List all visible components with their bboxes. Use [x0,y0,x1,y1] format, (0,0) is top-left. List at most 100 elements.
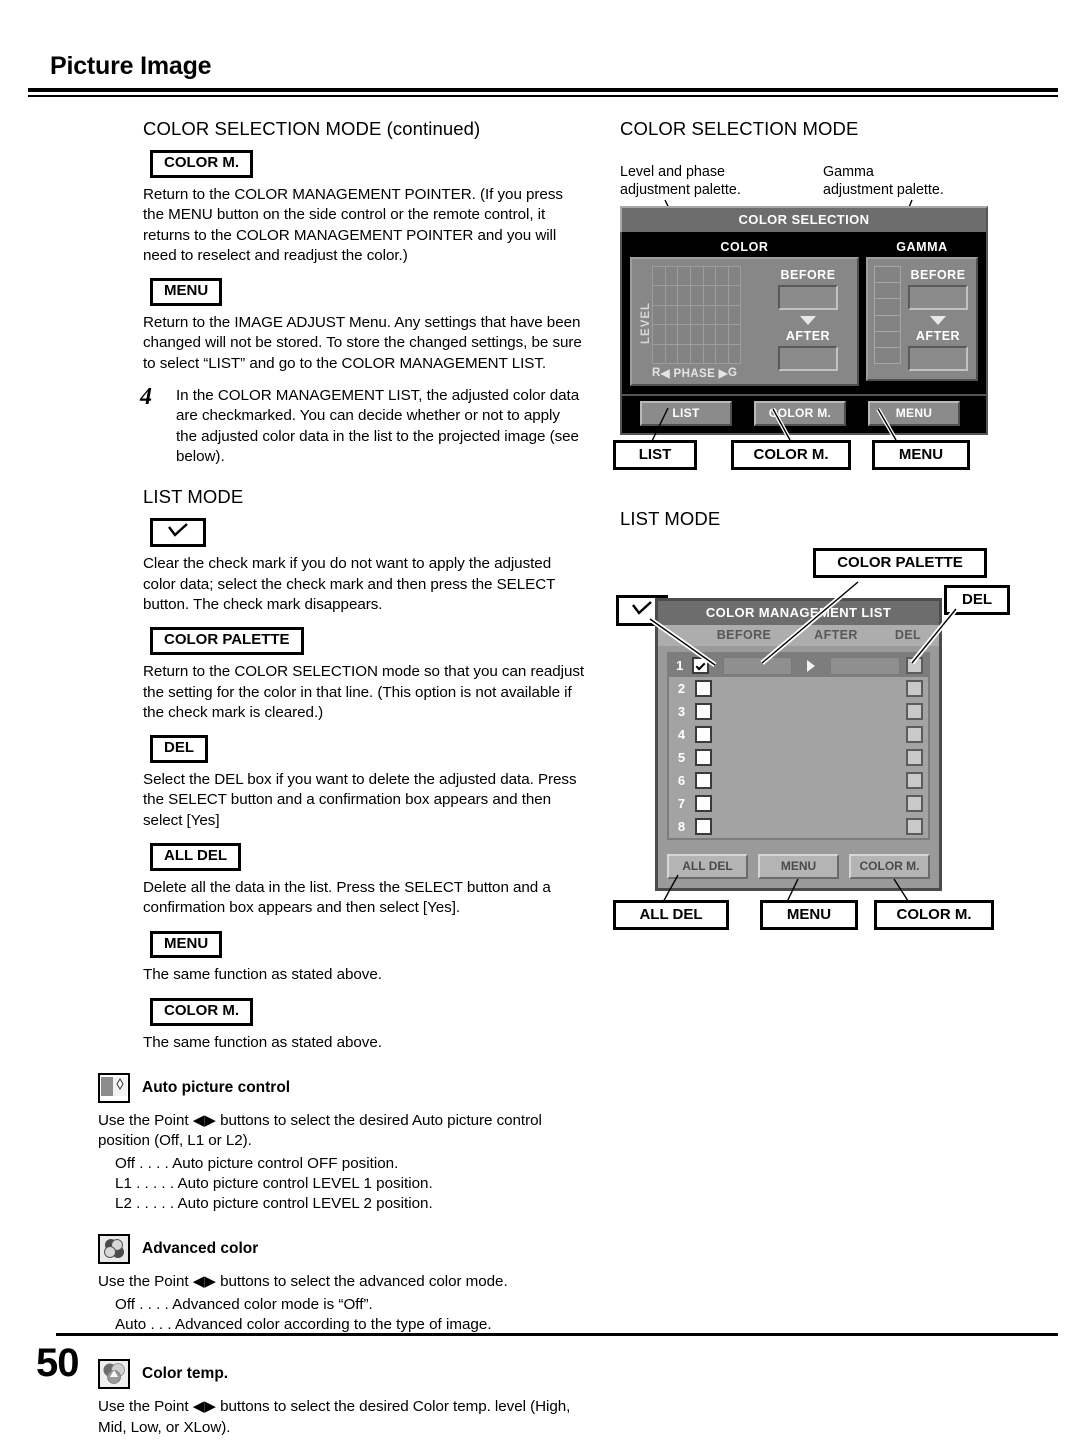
grid-cell[interactable] [728,286,741,305]
grid-cell[interactable] [653,325,665,344]
advanced-color-icon [98,1234,130,1265]
row-checkbox[interactable] [695,795,712,812]
row-del-checkbox[interactable] [906,703,923,720]
grid-cell[interactable] [728,267,741,286]
check-description: Clear the check mark if you do not want … [143,555,556,614]
callout-menu-2: MENU [760,900,858,930]
row-checkbox[interactable] [695,726,712,743]
row-del-checkbox[interactable] [906,795,923,812]
grid-cell[interactable] [703,286,716,305]
phase-axis-left: R [652,367,661,379]
feature-2-text: Use the Point ◀▶ buttons to select the a… [98,1273,508,1291]
gamma-cell[interactable] [875,331,900,347]
step-4-text: In the COLOR MANAGEMENT LIST, the adjust… [176,387,580,466]
row-number: 8 [677,819,686,834]
grid-cell[interactable] [703,305,716,325]
table-row[interactable]: 3 [669,700,928,723]
table-row[interactable]: 8 [669,815,928,838]
menu-description: Return to the IMAGE ADJUST Menu. Any set… [143,314,582,372]
gamma-after-swatch [908,346,968,371]
grid-cell[interactable] [665,286,678,305]
callout-all-del: ALL DEL [613,900,729,930]
feature-advanced-color: Advanced color Use the Point ◀▶ buttons … [98,1234,585,1335]
feature-2-option-0: Off . . . . Advanced color mode is “Off”… [115,1295,373,1313]
grid-cell[interactable] [728,325,741,344]
level-phase-palette[interactable]: LEVEL R ◀ PHASE ▶ G [638,266,765,380]
feature-1-head: Auto picture control [98,1073,585,1103]
page-number: 50 [36,1341,79,1385]
grid-cell[interactable] [678,286,690,305]
row-del-checkbox[interactable] [906,726,923,743]
feature-3-text: Use the Point ◀▶ buttons to select the d… [98,1398,571,1436]
keycap-all-del-wrap: ALL DEL [150,843,585,878]
osd-body: COLOR LEVEL R ◀ PHASE ▶ G BEFORE AFTER G… [620,232,988,396]
table-row[interactable]: 4 [669,723,928,746]
grid-cell[interactable] [653,344,665,363]
row-del-checkbox[interactable] [906,749,923,766]
keycap-check-mark [150,517,206,548]
grid-cell[interactable] [690,267,703,286]
grid-cell[interactable] [728,344,741,363]
grid-cell[interactable] [653,286,665,305]
color-after-swatch [778,346,838,371]
grid-cell[interactable] [665,344,678,363]
gamma-palette[interactable] [874,266,901,364]
gamma-before-label: BEFORE [910,268,966,282]
grid-cell[interactable] [703,267,716,286]
grid-cell[interactable] [665,267,678,286]
color-panel: COLOR LEVEL R ◀ PHASE ▶ G BEFORE AFTER [630,239,859,386]
row-checkbox[interactable] [695,703,712,720]
grid-cell[interactable] [716,286,728,305]
keycap-color-palette-wrap: COLOR PALETTE [150,627,585,662]
grid-cell[interactable] [678,267,690,286]
row-checkbox[interactable] [695,749,712,766]
gamma-cell[interactable] [875,267,900,283]
keycap-del-wrap: DEL [150,735,585,770]
color-palette-description: Return to the COLOR SELECTION mode so th… [143,663,585,721]
grid-cell[interactable] [678,325,690,344]
gamma-cell[interactable] [875,283,900,299]
grid-cell[interactable] [716,344,728,363]
gamma-cell[interactable] [875,315,900,331]
keycap-check-wrap [150,517,585,555]
grid-cell[interactable] [678,344,690,363]
phase-axis: R ◀ PHASE ▶ G [652,364,741,380]
grid-cell[interactable] [716,267,728,286]
grid-cell[interactable] [665,325,678,344]
grid-cell[interactable] [728,305,741,325]
grid-cell[interactable] [703,344,716,363]
color-after-label: AFTER [785,329,831,343]
feature-1-title: Auto picture control [142,1079,291,1096]
grid-cell[interactable] [690,305,703,325]
color-grid[interactable] [652,266,742,364]
color-panel-label: COLOR [720,240,769,254]
gamma-panel-label: GAMMA [896,240,948,254]
grid-cell[interactable] [653,305,665,325]
feature-color-temp: Color temp. Use the Point ◀▶ buttons to … [98,1359,585,1438]
grid-cell[interactable] [690,325,703,344]
level-axis-label: LEVEL [640,301,652,345]
grid-cell[interactable] [716,305,728,325]
grid-cell[interactable] [690,344,703,363]
grid-cell[interactable] [716,325,728,344]
grid-cell[interactable] [653,267,665,286]
callout-color-m: COLOR M. [731,440,851,470]
keycap-del: DEL [150,735,208,764]
grid-cell[interactable] [703,325,716,344]
row-checkbox[interactable] [695,772,712,789]
table-row[interactable]: 5 [669,746,928,769]
gamma-cell[interactable] [875,347,900,364]
gamma-cell[interactable] [875,299,900,315]
row-del-checkbox[interactable] [906,772,923,789]
grid-cell[interactable] [690,286,703,305]
left-section-title: COLOR SELECTION MODE (continued) [143,118,481,139]
row-number: 7 [677,796,686,811]
row-del-checkbox[interactable] [906,818,923,835]
table-row[interactable]: 7 [669,792,928,815]
table-row[interactable]: 6 [669,769,928,792]
grid-cell[interactable] [665,305,678,325]
feature-1-option-1: L1 . . . . . Auto picture control LEVEL … [115,1174,433,1192]
row-checkbox[interactable] [695,818,712,835]
row-number: 3 [677,704,686,719]
grid-cell[interactable] [678,305,690,325]
